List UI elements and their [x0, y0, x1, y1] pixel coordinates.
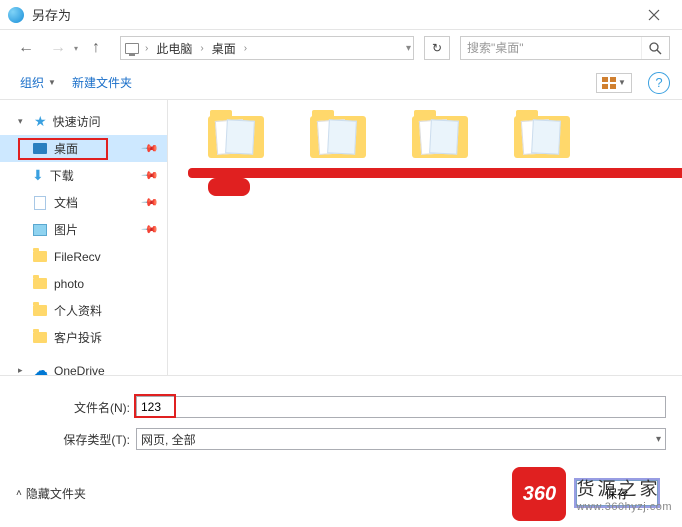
- search-box: [460, 36, 670, 60]
- arrow-right-icon: →: [50, 39, 66, 57]
- search-input[interactable]: [461, 37, 641, 59]
- download-icon: ⬇: [32, 167, 44, 184]
- pc-icon: [121, 43, 143, 54]
- save-form: 文件名(N): 保存类型(T): 网页, 全部 ▾: [0, 375, 682, 468]
- sidebar-item-label: 个人资料: [54, 302, 102, 319]
- savetype-label: 保存类型(T):: [16, 431, 136, 448]
- new-folder-label: 新建文件夹: [72, 74, 132, 91]
- close-button[interactable]: [634, 0, 674, 30]
- refresh-button[interactable]: ↻: [424, 36, 450, 60]
- window-title: 另存为: [32, 5, 634, 24]
- chevron-down-icon: ▼: [618, 78, 626, 87]
- sidebar-item-label: 下载: [50, 167, 74, 184]
- pin-icon: 📌: [141, 193, 160, 212]
- help-button[interactable]: ?: [648, 72, 670, 94]
- history-dropdown[interactable]: ▾: [74, 44, 78, 53]
- sidebar-item-desktop[interactable]: 桌面 📌: [0, 135, 167, 162]
- folder-item[interactable]: [514, 110, 570, 158]
- pin-icon: 📌: [141, 166, 160, 185]
- breadcrumb-root[interactable]: 此电脑: [150, 37, 198, 59]
- watermark-title: 货源之家: [576, 475, 672, 501]
- onedrive-icon: ☁: [34, 362, 48, 375]
- toolbar: 组织 ▼ 新建文件夹 ▼ ?: [0, 66, 682, 100]
- up-button[interactable]: ↑: [82, 34, 110, 62]
- sidebar-item-personal[interactable]: 个人资料: [0, 297, 167, 324]
- search-button[interactable]: [641, 37, 669, 59]
- sidebar-item-label: 文档: [54, 194, 78, 211]
- view-options-button[interactable]: ▼: [596, 73, 632, 93]
- forward-button[interactable]: →: [44, 34, 72, 62]
- chevron-up-icon: ˄: [16, 488, 22, 499]
- document-icon: [32, 195, 48, 211]
- chevron-right-icon: ›: [198, 43, 205, 54]
- organize-label: 组织: [20, 74, 44, 91]
- back-button[interactable]: ←: [12, 34, 40, 62]
- picture-icon: [32, 222, 48, 238]
- hide-folders-toggle[interactable]: ˄ 隐藏文件夹: [16, 485, 86, 502]
- file-list[interactable]: [168, 100, 682, 375]
- watermark-url: www.360hyzj.com: [576, 501, 672, 513]
- main-panel: ▾ ★ 快速访问 桌面 📌 ⬇ 下载 📌 文档 📌 图片 📌 FileRecv: [0, 100, 682, 375]
- sidebar-item-label: 图片: [54, 221, 78, 238]
- expand-icon: ▸: [18, 365, 28, 375]
- star-icon: ★: [34, 113, 47, 130]
- new-folder-button[interactable]: 新建文件夹: [64, 70, 140, 95]
- titlebar: 另存为: [0, 0, 682, 30]
- navigation-bar: ← → ▾ ↑ › 此电脑 › 桌面 › ▾ ↻: [0, 30, 682, 66]
- sidebar-item-complaints[interactable]: 客户投诉: [0, 324, 167, 351]
- desktop-icon: [32, 141, 48, 157]
- expand-icon: ▾: [18, 116, 28, 127]
- filename-input[interactable]: [136, 396, 666, 418]
- arrow-up-icon: ↑: [92, 39, 100, 57]
- breadcrumb-current[interactable]: 桌面: [206, 37, 242, 59]
- folder-item[interactable]: [310, 110, 366, 158]
- view-icon: [602, 77, 616, 89]
- folder-icon: [32, 330, 48, 346]
- help-icon: ?: [655, 75, 662, 90]
- chevron-down-icon: ▾: [656, 434, 661, 445]
- folder-item[interactable]: [412, 110, 468, 158]
- sidebar-item-label: 客户投诉: [54, 329, 102, 346]
- watermark: 360 货源之家 www.360hyzj.com: [512, 461, 682, 527]
- folder-item[interactable]: [208, 110, 264, 158]
- sidebar-item-filerecv[interactable]: FileRecv: [0, 243, 167, 270]
- chevron-right-icon: ›: [143, 43, 150, 54]
- watermark-badge: 360: [512, 467, 566, 521]
- sidebar-item-photo[interactable]: photo: [0, 270, 167, 297]
- sidebar-item-label: photo: [54, 277, 84, 291]
- breadcrumb-dropdown[interactable]: ▾: [404, 43, 413, 54]
- chevron-down-icon: ▼: [48, 78, 56, 87]
- redaction-bar: [208, 178, 250, 196]
- sidebar-item-downloads[interactable]: ⬇ 下载 📌: [0, 162, 167, 189]
- sidebar-quick-access[interactable]: ▾ ★ 快速访问: [0, 108, 167, 135]
- sidebar: ▾ ★ 快速访问 桌面 📌 ⬇ 下载 📌 文档 📌 图片 📌 FileRecv: [0, 100, 168, 375]
- close-icon: [648, 9, 660, 21]
- sidebar-item-pictures[interactable]: 图片 📌: [0, 216, 167, 243]
- sidebar-onedrive[interactable]: ▸ ☁ OneDrive: [0, 357, 167, 375]
- breadcrumb[interactable]: › 此电脑 › 桌面 › ▾: [120, 36, 414, 60]
- folder-icon: [32, 249, 48, 265]
- redaction-bar: [188, 168, 682, 178]
- folder-icon: [32, 303, 48, 319]
- app-icon: [8, 7, 24, 23]
- arrow-left-icon: ←: [18, 39, 34, 57]
- sidebar-item-label: 桌面: [54, 140, 78, 157]
- savetype-combobox[interactable]: 网页, 全部 ▾: [136, 428, 666, 450]
- organize-button[interactable]: 组织 ▼: [12, 70, 64, 95]
- quick-access-label: 快速访问: [53, 113, 101, 130]
- onedrive-label: OneDrive: [54, 364, 105, 376]
- filename-label: 文件名(N):: [16, 399, 136, 416]
- search-icon: [649, 42, 662, 55]
- folder-row: [188, 110, 662, 158]
- hide-folders-label: 隐藏文件夹: [26, 485, 86, 502]
- chevron-right-icon: ›: [242, 43, 249, 54]
- savetype-value: 网页, 全部: [141, 431, 196, 448]
- refresh-icon: ↻: [432, 41, 442, 55]
- sidebar-item-label: FileRecv: [54, 250, 101, 264]
- sidebar-item-documents[interactable]: 文档 📌: [0, 189, 167, 216]
- pin-icon: 📌: [141, 220, 160, 239]
- pin-icon: 📌: [141, 139, 160, 158]
- folder-icon: [32, 276, 48, 292]
